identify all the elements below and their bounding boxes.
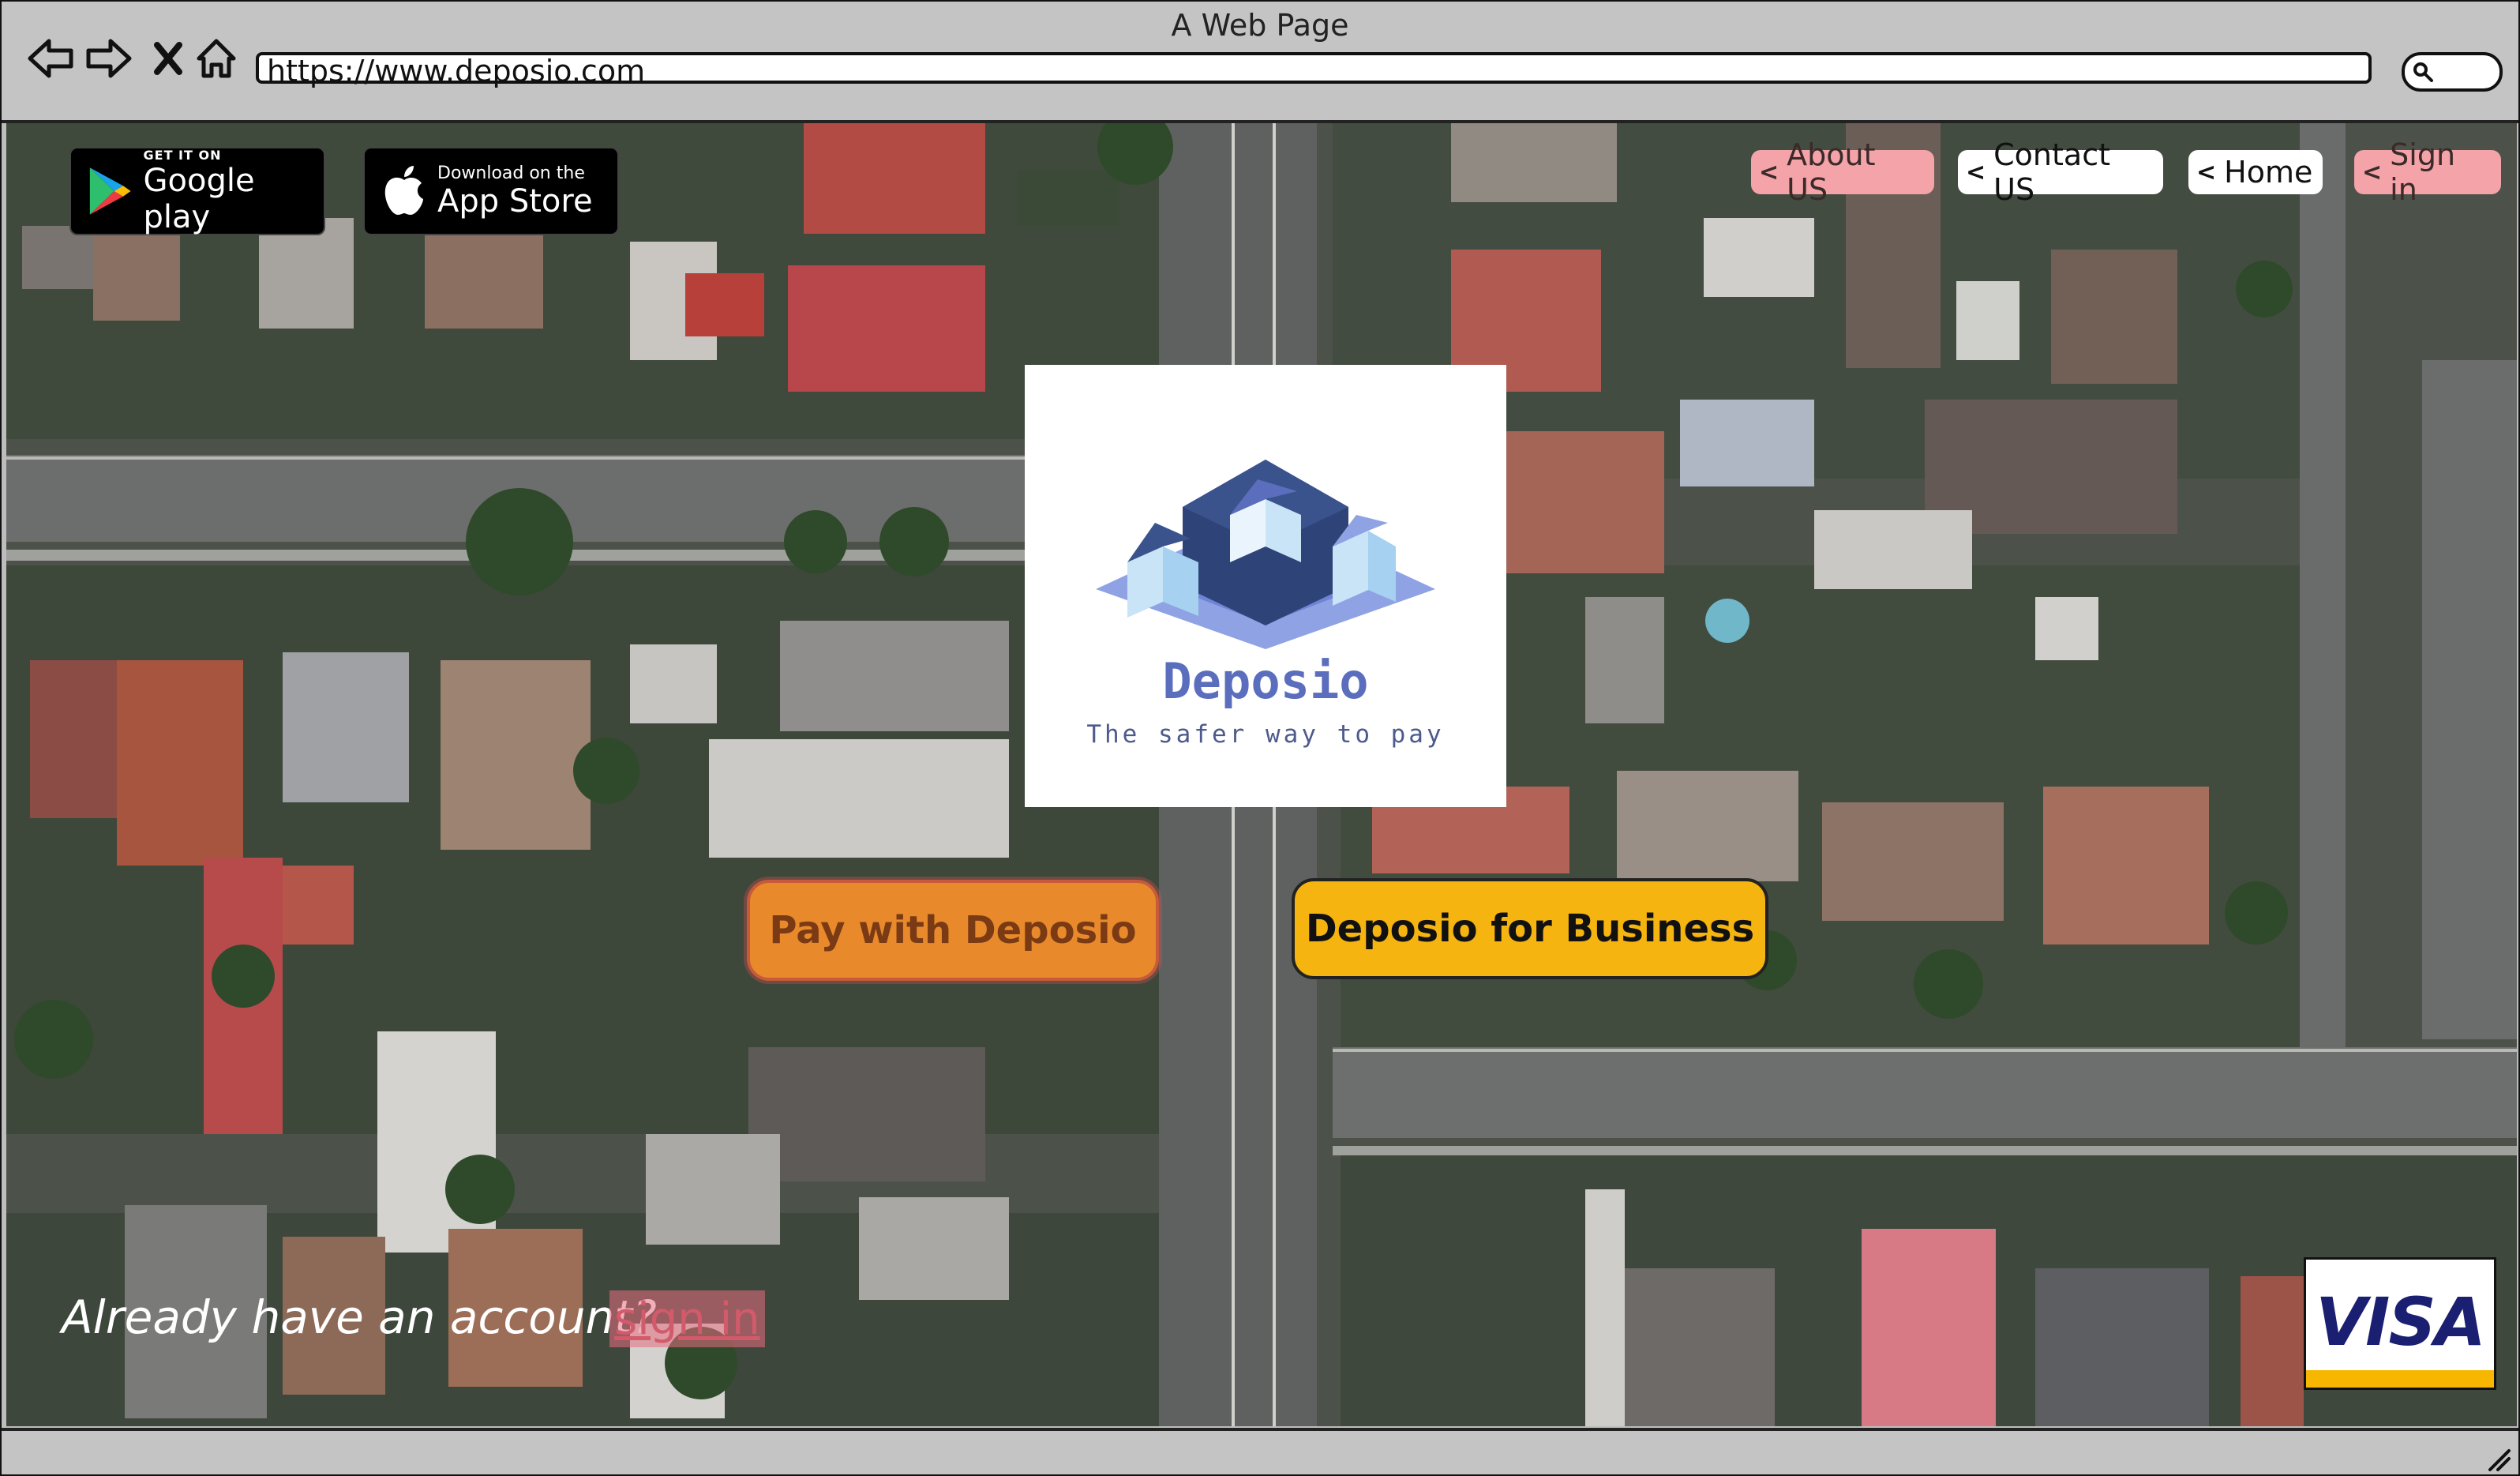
google-play-badge[interactable]: GET IT ON Google play	[69, 147, 325, 235]
apple-icon	[384, 166, 423, 215]
google-play-icon	[89, 167, 131, 215]
chevron-left-icon: <	[2196, 158, 2217, 186]
brand-tagline: The safer way to pay	[1086, 720, 1445, 749]
nav-sign-in-label: Sign in	[2390, 137, 2456, 207]
chevron-left-icon: <	[2362, 158, 2383, 186]
page-viewport: GET IT ON Google play Download on the Ap…	[6, 123, 2517, 1426]
app-store-small-text: Download on the	[437, 163, 585, 183]
nav-about-us-label: About US	[1787, 137, 1876, 207]
search-field[interactable]	[2402, 52, 2503, 92]
stop-icon[interactable]	[148, 35, 188, 82]
browser-window: A Web Page https://www.deposio.com GET I…	[0, 0, 2520, 1476]
nav-contact-us-label: Contact US	[1993, 137, 2110, 207]
google-play-label: Google play	[143, 162, 255, 235]
nav-contact-us[interactable]: < Contact US	[1958, 137, 2163, 207]
address-bar[interactable]: https://www.deposio.com	[256, 52, 2372, 87]
browser-statusbar	[2, 1428, 2518, 1474]
visa-logo-text: VISA	[2316, 1283, 2486, 1361]
browser-titlebar: A Web Page https://www.deposio.com	[2, 2, 2518, 123]
app-store-label: App Store	[437, 182, 593, 220]
brand-logo-card: Deposio The safer way to pay	[1025, 365, 1506, 807]
nav-home[interactable]: < Home	[2188, 150, 2323, 194]
deposio-for-business-button[interactable]: Deposio for Business	[1292, 878, 1768, 979]
window-title: A Web Page	[1171, 8, 1349, 43]
search-icon	[2413, 62, 2433, 82]
visa-gold-bar	[2306, 1370, 2494, 1388]
nav-about-us[interactable]: < About US	[1751, 137, 1934, 207]
back-icon[interactable]	[25, 35, 76, 82]
deposio-logo-icon	[1096, 460, 1435, 649]
home-icon[interactable]	[191, 35, 242, 82]
nav-sign-in[interactable]: < Sign in	[2354, 137, 2501, 207]
google-play-small-text: GET IT ON	[143, 147, 222, 163]
brand-name: Deposio	[1162, 652, 1369, 710]
nav-home-label: Home	[2224, 155, 2313, 190]
app-store-badge[interactable]: Download on the App Store	[363, 147, 619, 235]
resize-grip-icon[interactable]	[2484, 1444, 2512, 1473]
pay-with-deposio-button[interactable]: Pay with Deposio	[747, 880, 1159, 981]
forward-icon[interactable]	[84, 35, 134, 82]
chevron-left-icon: <	[1759, 158, 1779, 186]
visa-logo: VISA	[2304, 1257, 2496, 1390]
sign-in-link[interactable]: sign in	[609, 1290, 765, 1347]
account-prompt: Already have an account?	[62, 1290, 657, 1344]
chevron-left-icon: <	[1966, 158, 1986, 186]
